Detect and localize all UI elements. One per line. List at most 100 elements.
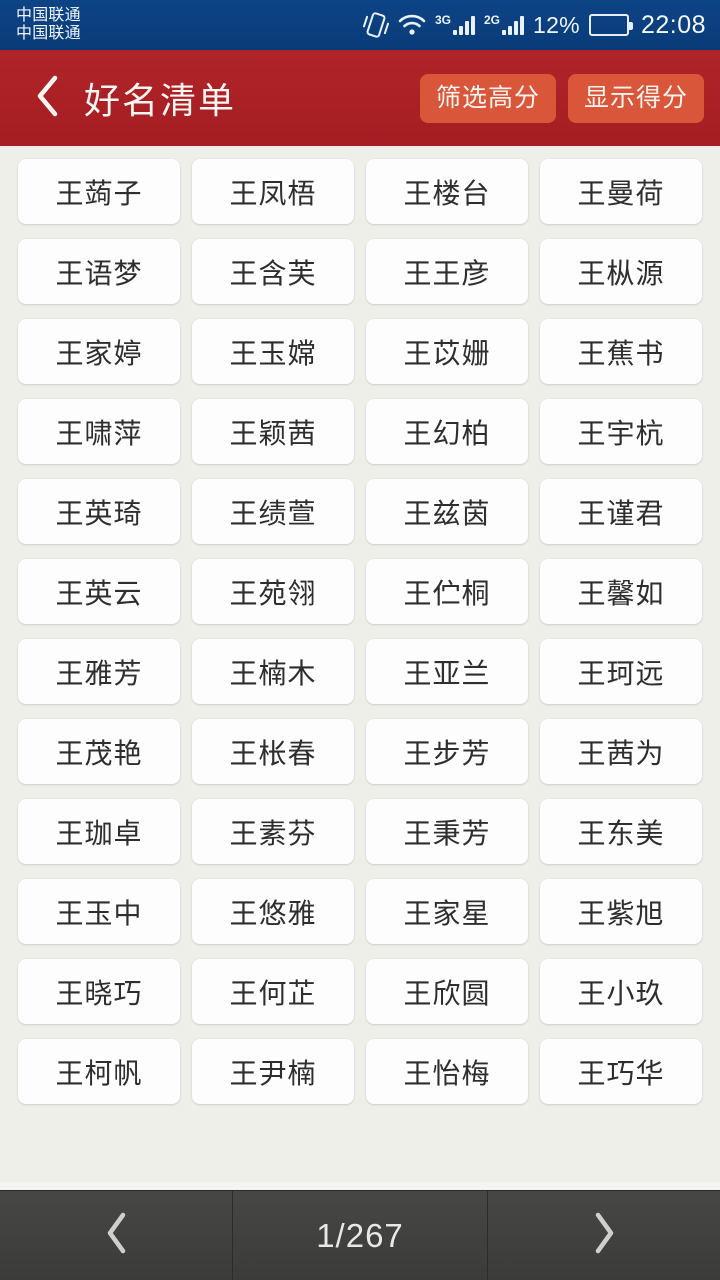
name-card[interactable]: 王玉嫦 bbox=[192, 319, 354, 384]
battery-percent-label: 12% bbox=[533, 11, 580, 38]
name-card[interactable]: 王尹楠 bbox=[192, 1039, 354, 1104]
status-clock: 22:08 bbox=[640, 10, 706, 39]
name-card[interactable]: 王英云 bbox=[18, 559, 180, 624]
name-card-label: 王小玖 bbox=[577, 977, 665, 1009]
network-type-sim1: 3G bbox=[434, 13, 451, 27]
name-card[interactable]: 王何芷 bbox=[192, 959, 354, 1024]
name-card-label: 王英云 bbox=[55, 577, 143, 609]
name-card-label: 王玉中 bbox=[55, 897, 143, 929]
name-card-label: 王凤梧 bbox=[229, 177, 317, 209]
previous-page-button[interactable] bbox=[0, 1191, 232, 1280]
name-card[interactable]: 王幻柏 bbox=[366, 399, 528, 464]
name-card[interactable]: 王步芳 bbox=[366, 719, 528, 784]
name-card[interactable]: 王家婷 bbox=[18, 319, 180, 384]
name-card[interactable]: 王怡梅 bbox=[366, 1039, 528, 1104]
name-card-label: 王柯帆 bbox=[55, 1057, 143, 1089]
name-card-label: 王苑翎 bbox=[229, 577, 317, 609]
name-card[interactable]: 王晓巧 bbox=[18, 959, 180, 1024]
name-card-label: 王尹楠 bbox=[229, 1057, 317, 1089]
name-card[interactable]: 王雅芳 bbox=[18, 639, 180, 704]
name-card[interactable]: 王楼台 bbox=[366, 159, 528, 224]
status-icons: 3G 2G 12% 22:08 bbox=[362, 10, 706, 40]
name-card[interactable]: 王欣圆 bbox=[366, 959, 528, 1024]
name-card[interactable]: 王茂艳 bbox=[18, 719, 180, 784]
name-card[interactable]: 王绩萱 bbox=[192, 479, 354, 544]
name-card-label: 王枞源 bbox=[577, 257, 665, 289]
name-card[interactable]: 王东美 bbox=[540, 799, 702, 864]
name-card-label: 王巧华 bbox=[577, 1057, 665, 1089]
name-card[interactable]: 王谨君 bbox=[540, 479, 702, 544]
page-indicator[interactable]: 1/267 bbox=[231, 1191, 489, 1280]
name-grid: 王蒟子 王凤梧 王楼台 王曼荷 王语梦 王含芙 王王彦 王枞源 王家婷 王玉嫦 王苡姗 王蕉书 王啸萍王… bbox=[0, 159, 720, 1104]
header-actions: 筛选高分 显示得分 bbox=[419, 73, 704, 123]
name-card-label: 王曼荷 bbox=[577, 177, 665, 209]
name-card[interactable]: 王悠雅 bbox=[192, 879, 354, 944]
name-card-label: 王步芳 bbox=[403, 737, 491, 769]
next-page-button[interactable] bbox=[488, 1191, 720, 1280]
name-card-label: 王绩萱 bbox=[229, 497, 317, 529]
filter-high-score-button[interactable]: 筛选高分 bbox=[419, 73, 556, 123]
name-card-label: 王悠雅 bbox=[229, 897, 317, 929]
signal-sim1: 3G bbox=[434, 13, 475, 35]
name-card-label: 王蕉书 bbox=[577, 337, 665, 369]
battery-icon bbox=[588, 14, 633, 36]
name-card[interactable]: 王啸萍 bbox=[18, 399, 180, 464]
name-card-label: 王东美 bbox=[577, 817, 665, 849]
carrier-name-sim1: 中国联通 bbox=[16, 7, 81, 25]
name-card[interactable]: 王家星 bbox=[366, 879, 528, 944]
back-button[interactable] bbox=[26, 68, 70, 128]
name-card[interactable]: 王茜为 bbox=[540, 719, 702, 784]
name-card[interactable]: 王素芬 bbox=[192, 799, 354, 864]
name-card[interactable]: 王苡姗 bbox=[366, 319, 528, 384]
name-card-label: 王茜为 bbox=[577, 737, 665, 769]
name-card[interactable]: 王小玖 bbox=[540, 959, 702, 1024]
vibrate-icon bbox=[362, 11, 389, 39]
name-card[interactable]: 王玉中 bbox=[18, 879, 180, 944]
name-card[interactable]: 王含芙 bbox=[192, 239, 354, 304]
name-card-label: 王馨如 bbox=[577, 577, 665, 609]
name-card-label: 王紫旭 bbox=[577, 897, 665, 929]
name-card-label: 王啸萍 bbox=[55, 417, 143, 449]
carrier-name-sim2: 中国联通 bbox=[16, 25, 81, 42]
name-card[interactable]: 王英琦 bbox=[18, 479, 180, 544]
name-card[interactable]: 王珂远 bbox=[540, 639, 702, 704]
name-card-label: 王王彦 bbox=[403, 257, 491, 289]
name-card[interactable]: 王枨春 bbox=[192, 719, 354, 784]
name-card-label: 王家星 bbox=[403, 897, 491, 929]
name-card-label: 王枨春 bbox=[229, 737, 317, 769]
name-card-label: 王茂艳 bbox=[55, 737, 143, 769]
name-card[interactable]: 王宇杭 bbox=[540, 399, 702, 464]
signal-sim2: 2G bbox=[484, 14, 524, 35]
name-card-label: 王何芷 bbox=[229, 977, 317, 1009]
name-card[interactable]: 王兹茵 bbox=[366, 479, 528, 544]
name-card[interactable]: 王亚兰 bbox=[366, 639, 528, 704]
page-title: 好名清单 bbox=[84, 80, 237, 121]
name-card[interactable]: 王凤梧 bbox=[192, 159, 354, 224]
name-card-label: 王幻柏 bbox=[403, 417, 491, 449]
name-card[interactable]: 王枞源 bbox=[540, 239, 702, 304]
name-card-label: 王楠木 bbox=[229, 657, 317, 689]
name-card[interactable]: 王巧华 bbox=[540, 1039, 702, 1104]
wifi-icon bbox=[398, 14, 426, 36]
name-card[interactable]: 王楠木 bbox=[192, 639, 354, 704]
name-card[interactable]: 王馨如 bbox=[540, 559, 702, 624]
name-card-label: 王亚兰 bbox=[403, 657, 491, 689]
name-card[interactable]: 王伫桐 bbox=[366, 559, 528, 624]
name-card[interactable]: 王柯帆 bbox=[18, 1039, 180, 1104]
name-card[interactable]: 王颖茜 bbox=[192, 399, 354, 464]
name-card-label: 王雅芳 bbox=[55, 657, 143, 689]
name-card[interactable]: 王王彦 bbox=[366, 239, 528, 304]
name-card-label: 王素芬 bbox=[229, 817, 317, 849]
name-card[interactable]: 王苑翎 bbox=[192, 559, 354, 624]
name-card[interactable]: 王秉芳 bbox=[366, 799, 528, 864]
name-card-label: 王含芙 bbox=[229, 257, 317, 289]
name-card[interactable]: 王蒟子 bbox=[18, 159, 180, 224]
name-card-label: 王玉嫦 bbox=[229, 337, 317, 369]
name-card-label: 王苡姗 bbox=[403, 337, 491, 369]
name-card[interactable]: 王曼荷 bbox=[540, 159, 702, 224]
name-card[interactable]: 王蕉书 bbox=[540, 319, 702, 384]
name-card[interactable]: 王语梦 bbox=[18, 239, 180, 304]
name-card[interactable]: 王紫旭 bbox=[540, 879, 702, 944]
show-score-button[interactable]: 显示得分 bbox=[567, 73, 704, 123]
name-card[interactable]: 王珈卓 bbox=[18, 799, 180, 864]
